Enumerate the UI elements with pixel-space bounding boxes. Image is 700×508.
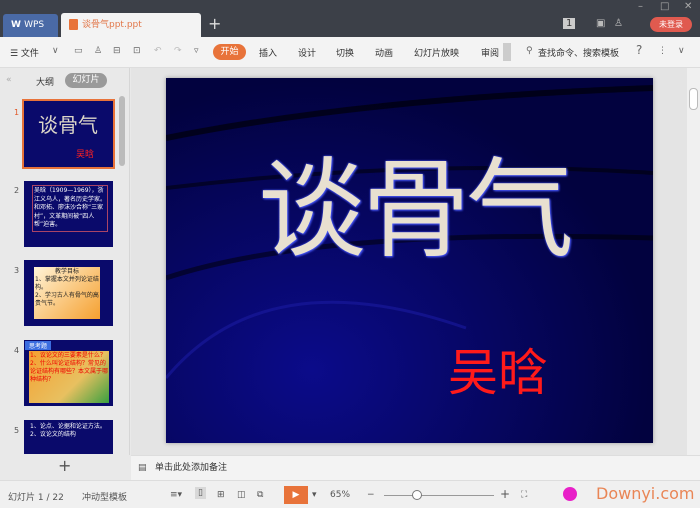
- print-preview-icon[interactable]: ⊡: [133, 46, 141, 56]
- slide-author[interactable]: 吴晗: [448, 333, 548, 405]
- tab-transition[interactable]: 切换: [336, 46, 354, 59]
- thumb-line: 2、议论文的结构: [30, 431, 76, 438]
- tab-wps-home[interactable]: W WPS: [3, 14, 58, 37]
- reading-view-icon[interactable]: ◫: [237, 490, 246, 500]
- slide-number: 4: [14, 346, 20, 355]
- chevron-down-icon[interactable]: ∨: [52, 46, 59, 56]
- tab-animation[interactable]: 动画: [375, 46, 393, 59]
- title-bar: W WPS 谈骨气ppt.ppt + 1 ▣ ♙ 未登录 – □ ✕: [0, 0, 700, 37]
- thumb-line: 1、论点、论据和论证方法。: [30, 423, 106, 430]
- thumb-title: 谈骨气: [38, 113, 98, 137]
- ribbon-toolbar: ☰ 文件 ∨ ▭ ♙ ⊟ ⊡ ↶ ↷ ▿ 开始 插入 设计 切换 动画 幻灯片放…: [0, 37, 700, 68]
- scroll-thumb[interactable]: [689, 88, 698, 110]
- panel-scrollbar[interactable]: [119, 96, 125, 166]
- slide-title[interactable]: 谈骨气: [258, 123, 574, 279]
- command-search[interactable]: 查找命令、搜索模板: [538, 46, 619, 59]
- status-bar: 幻灯片 1 / 22 冲动型模板 ≡▾ ▯ ⊞ ◫ ⧉ ▶ ▾ 65% − + …: [0, 480, 700, 508]
- maximize-button[interactable]: □: [660, 1, 669, 12]
- collapse-panel-icon[interactable]: «: [6, 75, 12, 85]
- notes-placeholder: 单击此处添加备注: [155, 463, 228, 473]
- new-tab-button[interactable]: +: [208, 14, 221, 33]
- print-icon[interactable]: ⊟: [113, 46, 121, 56]
- thumb-heading: 教学目标: [54, 268, 79, 275]
- tab-insert[interactable]: 插入: [259, 46, 277, 59]
- tab-document[interactable]: 谈骨气ppt.ppt: [61, 13, 201, 37]
- zoom-in-button[interactable]: +: [500, 487, 510, 501]
- wps-logo-icon: W: [11, 20, 25, 30]
- fit-window-icon[interactable]: ⛶: [521, 490, 527, 500]
- slide-thumb-4[interactable]: 思考题 1、议论文的三要素是什么？ 2、什么叫论证结构？常见的论证结构有哪些？本…: [24, 340, 113, 406]
- more-icon[interactable]: ⋮: [658, 46, 667, 56]
- thumb-author: 吴晗: [76, 150, 95, 160]
- notes-icon: ▤: [138, 463, 147, 473]
- zoom-slider-thumb[interactable]: [412, 490, 422, 500]
- assistant-orb-icon[interactable]: [563, 487, 577, 501]
- editor-scrollbar[interactable]: [687, 68, 700, 455]
- page-badge[interactable]: 1: [563, 18, 576, 29]
- format-painter-icon[interactable]: ♙: [94, 46, 102, 56]
- thumb-text: 吴晗（1909—1969），浙江义乌人，著名历史学家。和邓拓、廖沫沙合称“三家村…: [32, 185, 108, 232]
- ppt-file-icon: [69, 19, 78, 30]
- collapse-ribbon-icon[interactable]: ∨: [678, 46, 685, 56]
- notes-toggle-icon[interactable]: ≡▾: [170, 490, 182, 500]
- tab-slides[interactable]: 幻灯片: [65, 73, 107, 88]
- slide-editor: 谈骨气 吴晗: [131, 68, 687, 455]
- tab-outline[interactable]: 大纲: [36, 75, 54, 88]
- close-button[interactable]: ✕: [684, 1, 692, 12]
- tab-slideshow[interactable]: 幻灯片放映: [414, 46, 459, 59]
- slide-number: 1: [14, 108, 20, 117]
- tab-design[interactable]: 设计: [298, 46, 316, 59]
- notes-area[interactable]: ▤ 单击此处添加备注: [131, 455, 700, 480]
- thumb-tag: 思考题: [25, 341, 52, 350]
- slide-number: 2: [14, 186, 20, 195]
- slide-counter: 幻灯片 1 / 22: [8, 493, 64, 503]
- slide-sorter-icon[interactable]: ⊞: [217, 490, 225, 500]
- presenter-icon[interactable]: ⧉: [257, 490, 263, 500]
- watermark: Downyi.com: [596, 484, 695, 503]
- save-icon[interactable]: ▭: [74, 46, 83, 56]
- play-slideshow-button[interactable]: ▶: [284, 486, 308, 504]
- minimize-button[interactable]: –: [638, 1, 643, 12]
- redo-icon[interactable]: ↷: [174, 46, 182, 56]
- slide-thumb-2[interactable]: 吴晗（1909—1969），浙江义乌人，著名历史学家。和邓拓、廖沫沙合称“三家村…: [24, 181, 113, 247]
- zoom-out-button[interactable]: −: [367, 490, 375, 500]
- slide-number: 3: [14, 266, 20, 275]
- current-slide[interactable]: 谈骨气 吴晗: [166, 78, 653, 443]
- zoom-slider[interactable]: [384, 495, 494, 496]
- slide-thumb-1[interactable]: 谈骨气 吴晗: [22, 99, 115, 169]
- slide-thumb-5[interactable]: 1、论点、论据和论证方法。 2、议论文的结构: [24, 420, 113, 454]
- add-slide-button[interactable]: +: [58, 456, 71, 475]
- chevron-down-icon[interactable]: ▾: [312, 490, 317, 500]
- quick-access-more-icon[interactable]: ▿: [194, 46, 199, 56]
- doc-icon[interactable]: ▣: [596, 18, 605, 29]
- shirt-icon[interactable]: ♙: [614, 18, 623, 29]
- tab-start[interactable]: 开始: [213, 44, 246, 60]
- help-icon[interactable]: ?: [636, 43, 642, 57]
- zoom-level[interactable]: 65%: [330, 490, 350, 500]
- tab-review[interactable]: 审阅: [481, 46, 499, 59]
- thumb-line: 1、掌握本文并列论证结构。: [35, 276, 99, 291]
- normal-view-icon[interactable]: ▯: [195, 487, 206, 499]
- slide-thumb-3[interactable]: 教学目标 1、掌握本文并列论证结构。 2、学习古人有骨气的高贵气节。: [24, 260, 113, 326]
- thumb-line: 2、什么叫论证结构？常见的论证结构有哪些？本文属于哪种结构？: [30, 360, 109, 383]
- thumb-line: 2、学习古人有骨气的高贵气节。: [35, 292, 99, 307]
- slide-number: 5: [14, 426, 20, 435]
- thumb-line: 1、议论文的三要素是什么？: [30, 352, 106, 359]
- search-icon: ⚲: [526, 46, 533, 56]
- ribbon-scroll-right[interactable]: [503, 43, 511, 61]
- file-menu[interactable]: ☰ 文件: [10, 46, 39, 59]
- undo-icon[interactable]: ↶: [154, 46, 162, 56]
- slide-panel: « 大纲 幻灯片 1 谈骨气 吴晗 2 吴晗（1909—1969），浙江义乌人，…: [0, 68, 130, 475]
- login-button[interactable]: 未登录: [650, 17, 692, 32]
- wps-tab-label: WPS: [24, 20, 45, 30]
- doc-tab-label: 谈骨气ppt.ppt: [82, 20, 142, 30]
- template-name[interactable]: 冲动型模板: [82, 490, 127, 503]
